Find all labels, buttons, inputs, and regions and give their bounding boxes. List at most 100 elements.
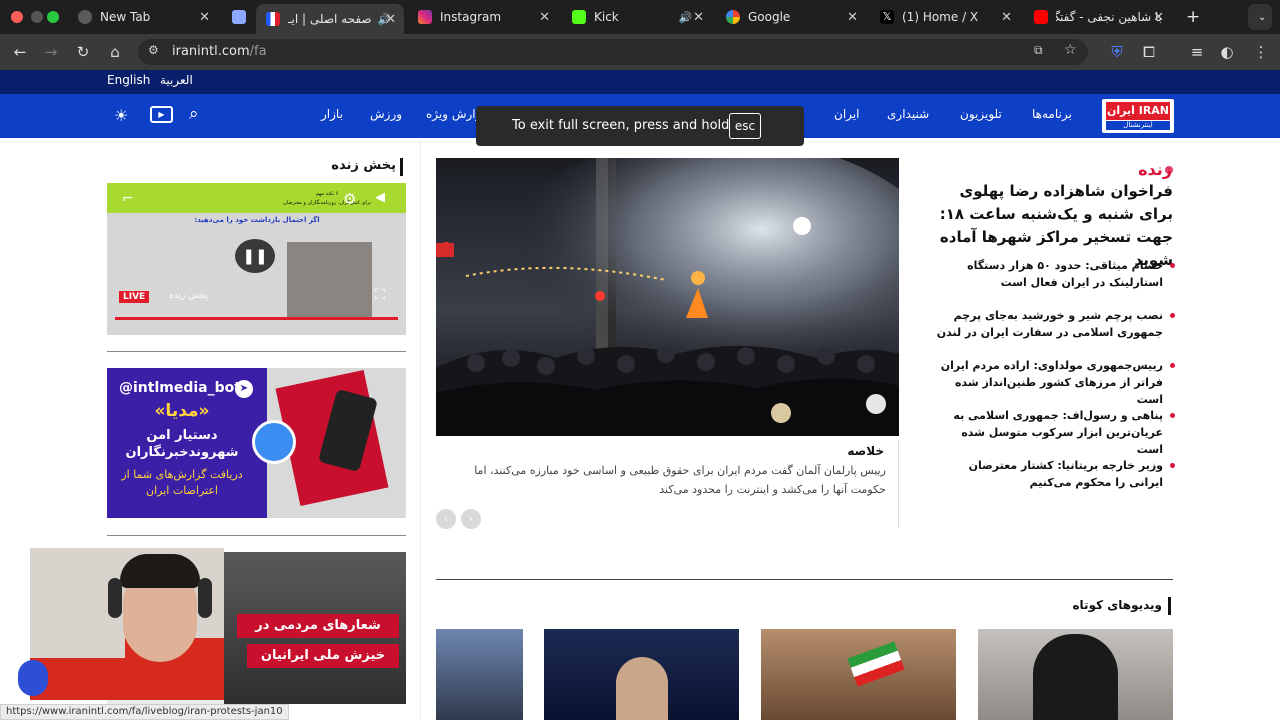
tab-instagram[interactable]: Instagram ✕ (408, 4, 558, 30)
address-bar[interactable]: ⚙ iranintl.com/fa ⧉ ☆ (138, 39, 1088, 65)
webcam-overlay (30, 548, 224, 700)
lang-english-link[interactable]: English (107, 73, 150, 87)
google-icon (726, 10, 740, 24)
tab-title: Google (748, 10, 791, 24)
promo-handle: @intlmedia_bot (119, 380, 241, 396)
search-icon[interactable]: ⌕ (189, 104, 199, 124)
promo-title: «مدیا» (154, 401, 210, 421)
tab-title: Kick (594, 10, 619, 24)
promo-text: دستیار امن (146, 428, 218, 443)
tab-iranintl[interactable]: صفحه اصلی | ایـ 🔊 ✕ (256, 4, 404, 34)
reload-icon[interactable]: ↻ (72, 41, 94, 63)
esc-key-badge: esc (729, 113, 761, 139)
webcam-hair (120, 554, 200, 588)
app-icon (232, 10, 246, 24)
live-bullet[interactable]: وزیر خارجه بریتانیا: کشتار معترضان ایران… (935, 457, 1163, 491)
video-play-icon[interactable]: ▶ (150, 106, 173, 123)
home-icon[interactable]: ⌂ (104, 41, 126, 63)
site-logo[interactable]: ایران IRAN اینترنشنال (1102, 99, 1174, 133)
back-arrow-icon[interactable]: ← (9, 41, 31, 63)
close-tab-icon[interactable]: ✕ (1153, 10, 1164, 25)
pause-icon[interactable]: ❚❚ (235, 239, 275, 273)
tab-google[interactable]: Google ✕ (716, 4, 866, 30)
install-app-icon[interactable]: ⧉ (1034, 43, 1043, 58)
lead-photo-protest[interactable] (436, 158, 899, 436)
bullet-dot-icon (1170, 263, 1175, 268)
speaker-icon[interactable]: 🔊 (679, 11, 693, 24)
fullscreen-icon[interactable]: ⛶ (375, 287, 385, 303)
close-tab-icon[interactable]: ✕ (199, 10, 210, 25)
x-logo-icon: 𝕏 (880, 10, 894, 24)
tab-youtube[interactable]: با شاهین نجفی - گفتگ ✕ (1024, 4, 1172, 30)
close-tab-icon[interactable]: ✕ (847, 10, 858, 25)
new-tab-button[interactable]: + (1176, 4, 1202, 30)
bullet-dot-icon (1170, 413, 1175, 418)
column-divider (420, 140, 421, 720)
nav-programs[interactable]: برنامه‌ها (1032, 107, 1072, 121)
short-video-thumbnail[interactable] (436, 629, 523, 720)
floating-action-icon[interactable] (18, 660, 48, 696)
short-video-thumbnail[interactable] (761, 629, 956, 720)
bookmark-star-icon[interactable]: ☆ (1064, 42, 1077, 58)
fullscreen-window-button[interactable] (47, 11, 59, 23)
tab-kick[interactable]: Kick 🔊 ✕ (562, 4, 712, 30)
prev-arrow-button[interactable]: ‹ (436, 509, 456, 529)
short-video-thumbnail[interactable] (544, 629, 739, 720)
headphones-icon (198, 578, 212, 618)
forward-arrow-icon[interactable]: → (40, 41, 62, 63)
media-logo-icon (252, 420, 296, 464)
tab-strip: New Tab ✕ صفحه اصلی | ایـ 🔊 ✕ Instagram … (0, 0, 1280, 34)
tab-title: صفحه اصلی | ایـ (288, 12, 372, 26)
title-accent-bar (1168, 597, 1171, 615)
nav-audio[interactable]: شنیداری (887, 107, 929, 121)
settings-gear-icon[interactable]: ⚙ (343, 190, 356, 208)
tab-title: (1) Home / X (902, 10, 979, 24)
live-bullet[interactable]: پناهی و رسول‌اف: جمهوری اسلامی به عریان‌… (935, 407, 1163, 458)
lang-arabic-link[interactable]: العربية (160, 73, 193, 87)
youtube-icon (1034, 10, 1048, 24)
next-arrow-button[interactable]: › (461, 509, 481, 529)
live-bullet[interactable]: حسام میثاقی: حدود ۵۰ هزار دستگاه استارلی… (935, 257, 1163, 291)
menu-kebab-icon[interactable]: ⋮ (1250, 41, 1272, 63)
close-tab-icon[interactable]: ✕ (539, 10, 550, 25)
tab-new-tab[interactable]: New Tab ✕ (68, 4, 218, 30)
minimize-window-button[interactable] (31, 11, 43, 23)
theme-sun-icon[interactable]: ☀ (114, 106, 128, 125)
site-info-icon[interactable]: ⚙ (148, 43, 159, 57)
close-tab-icon[interactable]: ✕ (1001, 10, 1012, 25)
promo-text: دریافت گزارش‌های شما از (121, 468, 243, 481)
close-tab-icon[interactable]: ✕ (693, 10, 704, 25)
extension-shield-icon[interactable]: ⛨ (1106, 41, 1128, 63)
logo-bottom: اینترنشنال (1106, 121, 1170, 130)
live-label: زنده (1138, 160, 1172, 179)
tab-search-chevron-icon[interactable]: ⌄ (1248, 4, 1272, 30)
cast-icon[interactable]: ⌐ (122, 191, 134, 207)
player-banner (107, 183, 406, 213)
close-tab-icon[interactable]: ✕ (385, 12, 396, 27)
live-bullet[interactable]: نصب پرچم شیر و خورشید به‌جای پرچم جمهوری… (935, 307, 1163, 341)
short-video-thumbnail[interactable] (978, 629, 1173, 720)
nav-market[interactable]: بازار (321, 107, 343, 121)
nav-sports[interactable]: ورزش (370, 107, 402, 121)
tab-title: با شاهین نجفی - گفتگ (1056, 10, 1162, 24)
tab-pinned[interactable] (222, 4, 252, 30)
nav-iran[interactable]: ایران (834, 107, 859, 121)
tab-x[interactable]: 𝕏 (1) Home / X ✕ (870, 4, 1020, 30)
media-controls-icon[interactable]: ≡ (1186, 41, 1208, 63)
progress-bar[interactable] (115, 317, 398, 320)
promo-media-bot[interactable]: @intlmedia_bot ➤ «مدیا» دستیار امن شهرون… (107, 368, 406, 518)
summary-text: رییس پارلمان آلمان گفت مردم ایران برای ح… (474, 464, 886, 496)
volume-icon[interactable]: ◀ (375, 190, 385, 205)
promo2-text: شعارهای مردمی در (237, 614, 399, 638)
live-bullet[interactable]: رییس‌جمهوری مولداوی: اراده مردم ایران فر… (935, 357, 1163, 408)
tab-title: New Tab (100, 10, 151, 24)
extensions-puzzle-icon[interactable]: ⧠ (1138, 41, 1160, 63)
profile-avatar[interactable]: ◐ (1216, 41, 1238, 63)
divider (436, 579, 1173, 580)
close-window-button[interactable] (11, 11, 23, 23)
headphones-icon (108, 578, 122, 618)
nav-tv[interactable]: تلویزیون (960, 107, 1002, 121)
bullet-dot-icon (1170, 313, 1175, 318)
live-video-player[interactable]: ۶ نکته مهم برای کنش‌گران، روزنامه‌نگاران… (107, 183, 406, 335)
kick-icon (572, 10, 586, 24)
